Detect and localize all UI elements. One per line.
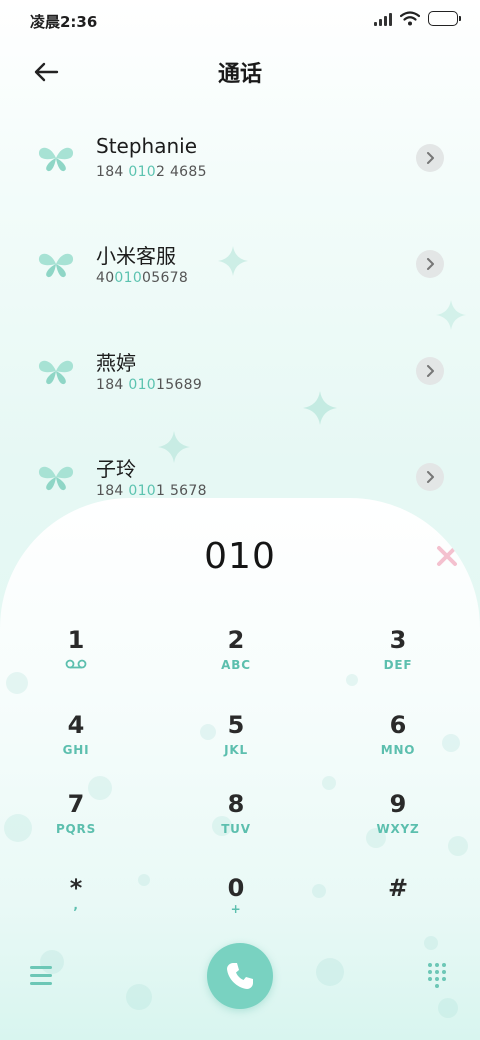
key-sub: WXYZ <box>376 822 420 836</box>
contact-number: 4001005678 <box>96 270 189 286</box>
key-sub: GHI <box>62 743 90 757</box>
phone-icon <box>227 963 253 989</box>
dial-number-display: 010 <box>204 536 276 577</box>
key-sub: ABC <box>221 658 251 672</box>
key-sub: + <box>230 902 242 916</box>
key-sub: MNO <box>380 743 416 757</box>
contact-number: 184 0102 4685 <box>96 164 207 180</box>
contact-name: Stephanie <box>96 134 198 158</box>
key-star[interactable]: * , <box>21 874 131 940</box>
status-bar: 凌晨2:36 <box>0 0 480 44</box>
key-9[interactable]: 9 WXYZ <box>343 790 453 856</box>
key-sub: TUV <box>221 822 251 836</box>
page-title: 通话 <box>217 62 262 87</box>
delete-x-icon <box>437 546 457 566</box>
key-6[interactable]: 6 MNO <box>343 711 453 777</box>
key-1[interactable]: 1 <box>21 626 131 692</box>
key-hash[interactable]: # <box>343 874 453 940</box>
wifi-icon <box>400 11 420 26</box>
key-digit: 6 <box>389 711 407 739</box>
key-8[interactable]: 8 TUV <box>181 790 291 856</box>
key-digit: 0 <box>227 874 245 902</box>
dial-panel: 010 1 2 ABC 3 DEF 4 GHI 5 JKL 6 MNO 7 PQ… <box>0 498 480 1040</box>
contact-number: 184 01015689 <box>96 377 203 393</box>
bottom-bar <box>0 938 480 1018</box>
chevron-right-icon <box>427 365 434 377</box>
key-0[interactable]: 0 + <box>181 874 291 940</box>
menu-icon <box>30 966 52 985</box>
key-sub: JKL <box>224 743 248 757</box>
contact-name: 燕婷 <box>96 351 136 375</box>
key-sub <box>343 906 453 920</box>
status-time: 凌晨2:36 <box>30 13 98 31</box>
key-2[interactable]: 2 ABC <box>181 626 291 692</box>
contact-detail-button[interactable] <box>416 144 444 172</box>
key-sub: DEF <box>383 658 413 672</box>
contact-list: Stephanie 184 0102 4685 小米客服 4001005678 … <box>0 118 480 498</box>
butterfly-icon <box>38 147 74 172</box>
key-digit: 2 <box>227 626 245 654</box>
signal-icon <box>374 12 392 26</box>
menu-button[interactable] <box>30 966 52 986</box>
contact-row[interactable]: 燕婷 184 01015689 <box>0 331 480 411</box>
key-digit: 4 <box>67 711 85 739</box>
contact-detail-button[interactable] <box>416 250 444 278</box>
chevron-right-icon <box>427 471 434 483</box>
contact-number: 184 0101 5678 <box>96 483 207 498</box>
decor-bubble <box>322 776 336 790</box>
contact-row[interactable]: 子玲 184 0101 5678 <box>0 437 480 498</box>
key-4[interactable]: 4 GHI <box>21 711 131 777</box>
decor-bubble <box>138 874 150 886</box>
contact-detail-button[interactable] <box>416 357 444 385</box>
key-digit: 3 <box>389 626 407 654</box>
key-sub <box>21 658 131 672</box>
key-digit: 5 <box>227 711 245 739</box>
voicemail-icon <box>65 659 87 669</box>
keypad-toggle-button[interactable] <box>428 963 450 988</box>
key-digit: 1 <box>67 626 85 654</box>
contact-row[interactable]: 小米客服 4001005678 <box>0 224 480 304</box>
key-digit: 9 <box>389 790 407 818</box>
key-sub: PQRS <box>55 822 97 836</box>
key-3[interactable]: 3 DEF <box>343 626 453 692</box>
key-sub: , <box>73 898 79 912</box>
clear-button[interactable] <box>434 544 460 568</box>
header: 通话 <box>0 44 480 100</box>
butterfly-icon <box>38 253 74 278</box>
chevron-right-icon <box>427 258 434 270</box>
chevron-right-icon <box>427 152 434 164</box>
battery-icon <box>428 11 461 26</box>
contact-detail-button[interactable] <box>416 463 444 491</box>
key-digit: 7 <box>67 790 85 818</box>
key-5[interactable]: 5 JKL <box>181 711 291 777</box>
status-icons <box>374 11 461 26</box>
butterfly-icon <box>38 466 74 491</box>
key-7[interactable]: 7 PQRS <box>21 790 131 856</box>
key-digit: 8 <box>227 790 245 818</box>
call-button[interactable] <box>207 943 273 1009</box>
key-digit: # <box>387 874 409 902</box>
contact-name: 小米客服 <box>96 244 176 268</box>
contact-row[interactable]: Stephanie 184 0102 4685 <box>0 118 480 198</box>
decor-bubble <box>312 884 326 898</box>
contact-name: 子玲 <box>96 457 136 481</box>
butterfly-icon <box>38 360 74 385</box>
